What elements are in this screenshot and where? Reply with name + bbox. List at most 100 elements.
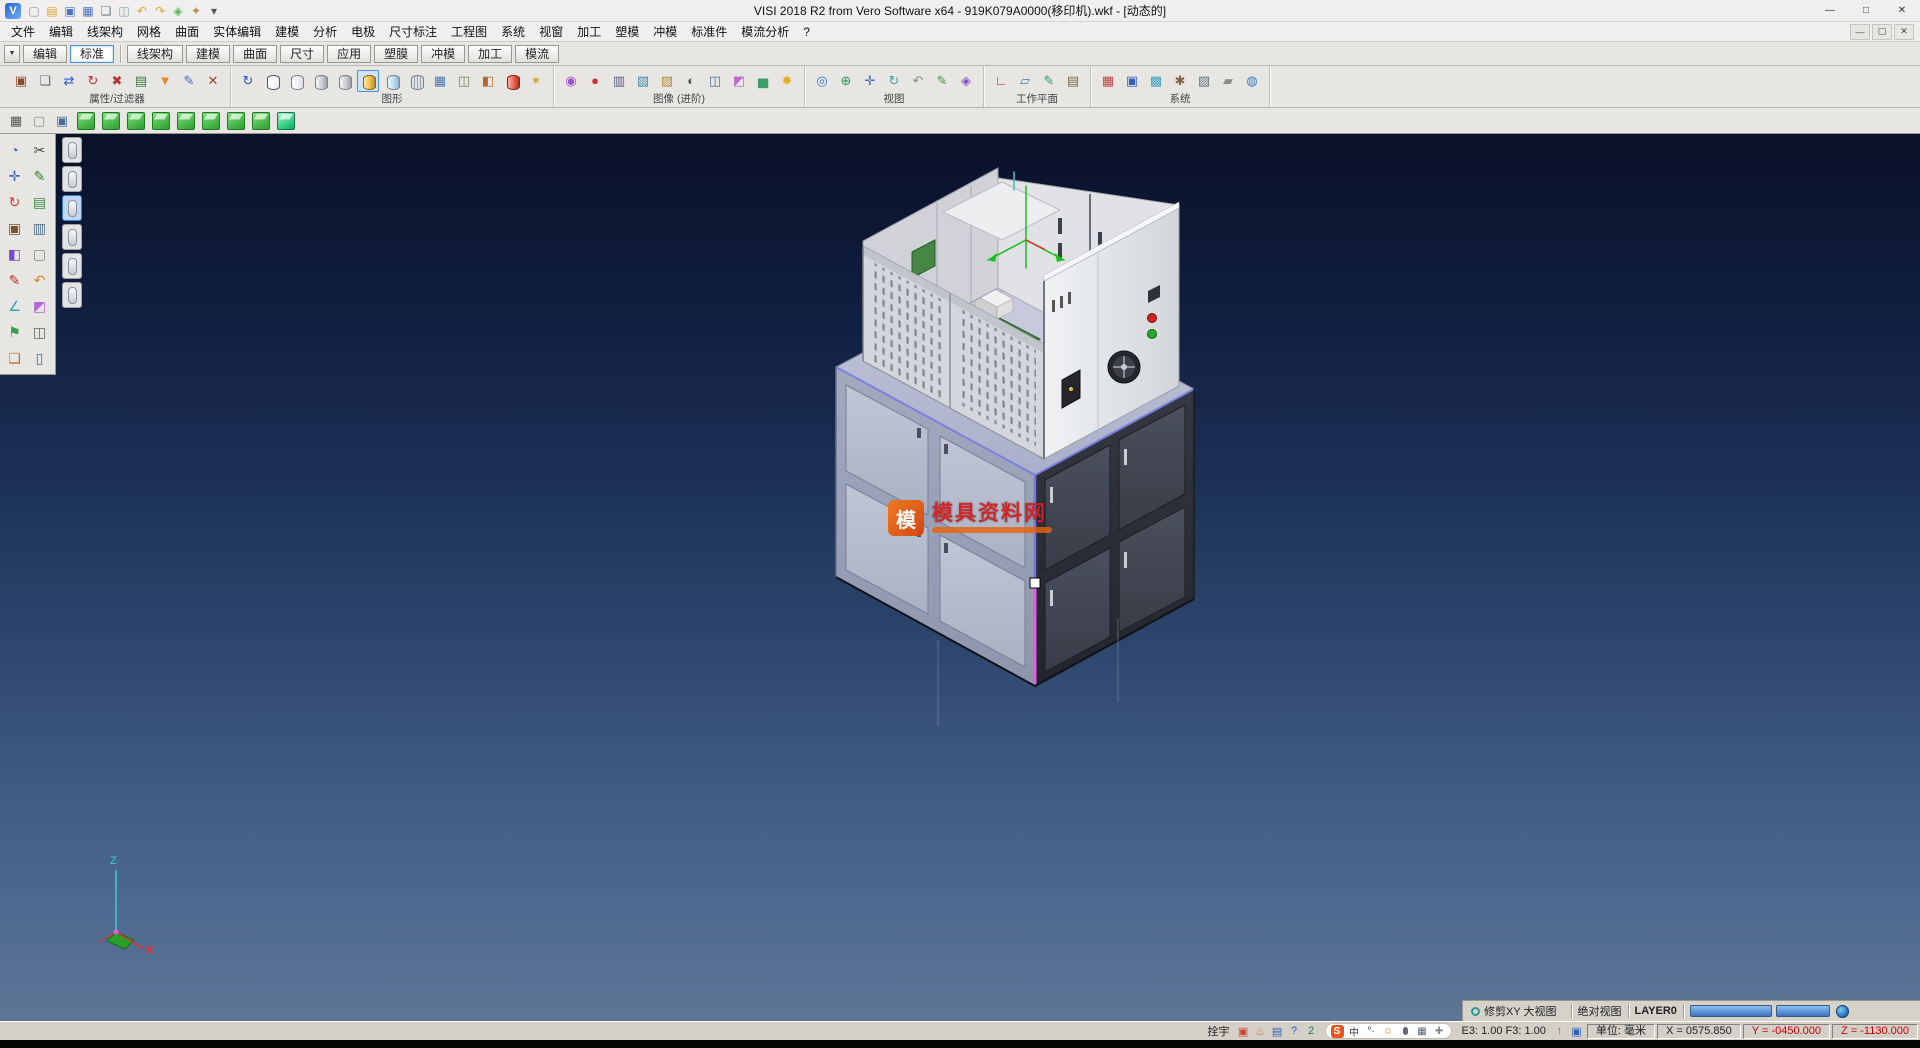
edit-attributes-icon[interactable]: ✎ (178, 70, 200, 92)
view-mode-icon[interactable]: ◈ (955, 70, 977, 92)
view-reference-label[interactable]: 绝对视图 (1578, 1003, 1622, 1019)
new-file-icon[interactable]: ▢ (25, 2, 43, 20)
menu-item[interactable]: 线架构 (80, 22, 130, 42)
tray-help-icon[interactable]: ? (1286, 1024, 1303, 1039)
display-settings-icon[interactable]: ▣ (1568, 1024, 1585, 1039)
wireframe-cylinder-icon[interactable] (261, 70, 283, 92)
menu-item[interactable]: 模流分析 (734, 22, 796, 42)
view-cube-iso-icon[interactable] (77, 112, 95, 130)
menu-item[interactable]: 曲面 (168, 22, 206, 42)
hatch-icon[interactable]: ▨ (1193, 70, 1215, 92)
lamp-icon[interactable]: ✹ (776, 70, 798, 92)
module-tab[interactable]: 冲模 (421, 45, 465, 63)
print-icon[interactable]: ❏ (97, 2, 115, 20)
close-button[interactable]: ✕ (1884, 0, 1920, 21)
chain-select-icon[interactable]: ⇄ (58, 70, 80, 92)
grid-display-icon[interactable]: ▦ (429, 70, 451, 92)
view-cube-right-icon[interactable] (177, 112, 195, 130)
menu-item[interactable]: 冲模 (646, 22, 684, 42)
view-mode-label[interactable]: 修剪XY 大视图 (1484, 1003, 1557, 1019)
viewport-3d[interactable]: ◔✂✛✎↻▤▣▥◧▢✎↶∠◩⚑◫❏▯ 模 模具资料网 Z (0, 134, 1920, 1021)
display-mode-2-icon[interactable] (62, 166, 82, 192)
delete-attributes-icon[interactable]: ✕ (202, 70, 224, 92)
analysis-cylinder-icon[interactable] (405, 70, 427, 92)
menu-item[interactable]: 加工 (570, 22, 608, 42)
display-mode-1-icon[interactable] (62, 137, 82, 163)
regen-icon[interactable]: ↻ (237, 70, 259, 92)
workplane-list-icon[interactable]: ▤ (1062, 70, 1084, 92)
menu-item[interactable]: 电极 (344, 22, 382, 42)
world-icon[interactable]: ◍ (1241, 70, 1263, 92)
menu-item[interactable]: 系统 (494, 22, 532, 42)
ime-lang-icon[interactable]: 中 (1348, 1025, 1361, 1038)
module-tab[interactable]: 线架构 (127, 45, 183, 63)
menu-item[interactable]: 实体编辑 (206, 22, 268, 42)
view-cube-iso2-icon[interactable] (252, 112, 270, 130)
previous-view-icon[interactable]: ↶ (907, 70, 929, 92)
attributes-icon[interactable]: ▣ (10, 70, 32, 92)
palette-icon[interactable]: ◩ (27, 293, 52, 319)
rotate-view-icon[interactable]: ↻ (883, 70, 905, 92)
camera-icon[interactable]: ◫ (704, 70, 726, 92)
tray-case-icon[interactable]: ▤ (1269, 1024, 1286, 1039)
box-icon[interactable]: ▢ (27, 241, 52, 267)
graph-icon[interactable]: ▅ (752, 70, 774, 92)
ucs-icon[interactable]: ∟ (990, 70, 1012, 92)
flag-icon[interactable]: ⚑ (2, 319, 27, 345)
child-window-control[interactable]: ▢ (1872, 24, 1892, 40)
mode-tab[interactable]: 标准 (70, 45, 114, 63)
ime-emoji-icon[interactable]: ☺ (1382, 1025, 1395, 1038)
texture-icon[interactable]: ▨ (656, 70, 678, 92)
film-icon[interactable]: ▥ (608, 70, 630, 92)
menu-item[interactable]: 网格 (130, 22, 168, 42)
redo-icon[interactable]: ↷ (151, 2, 169, 20)
menu-item[interactable]: ? (796, 22, 817, 42)
view-screen-icon[interactable]: ▣ (52, 111, 72, 131)
options-icon[interactable]: ✦ (187, 2, 205, 20)
menu-item[interactable]: 文件 (4, 22, 42, 42)
current-layer-label[interactable]: LAYER0 (1635, 1005, 1677, 1017)
transparent-cylinder-icon[interactable] (381, 70, 403, 92)
traffic-light-icon[interactable]: ● (584, 70, 606, 92)
upload-icon[interactable]: ↑ (1551, 1024, 1568, 1039)
rotate-icon[interactable]: ↻ (2, 189, 27, 215)
menu-item[interactable]: 分析 (306, 22, 344, 42)
zoom-window-icon[interactable]: ◎ (811, 70, 833, 92)
view-manager-icon[interactable]: ▦ (6, 111, 26, 131)
highlight-cylinder-icon[interactable] (501, 70, 523, 92)
redline-icon[interactable]: ✎ (2, 267, 27, 293)
clipboard-icon[interactable]: ▯ (27, 345, 52, 371)
workplane-icon[interactable]: ▱ (1014, 70, 1036, 92)
child-window-control[interactable]: ✕ (1894, 24, 1914, 40)
ime-tool-icon[interactable]: ✚ (1433, 1025, 1446, 1038)
grid-icon[interactable]: ▩ (1145, 70, 1167, 92)
workplane-edit-icon[interactable]: ✎ (1038, 70, 1060, 92)
zoom-orbit-icon[interactable]: ◔ (2, 137, 27, 163)
minimize-button[interactable]: — (1812, 0, 1848, 21)
hidden-line-cylinder-icon[interactable] (285, 70, 307, 92)
print-view-icon[interactable]: ❏ (2, 345, 27, 371)
quickbar-dropdown-icon[interactable]: ▾ (205, 2, 223, 20)
view-cube-front-icon[interactable] (102, 112, 120, 130)
module-tab[interactable]: 模流 (515, 45, 559, 63)
swap-filter-icon[interactable]: ↻ (82, 70, 104, 92)
funnel-filter-icon[interactable]: ▼ (154, 70, 176, 92)
tray-count-icon[interactable]: 2 (1303, 1024, 1320, 1039)
redraw-icon[interactable]: ✎ (931, 70, 953, 92)
display-mode-3-icon[interactable] (62, 195, 82, 221)
tab-dropdown-icon[interactable]: ▼ (4, 45, 20, 63)
menu-item[interactable]: 塑模 (608, 22, 646, 42)
network-globe-icon[interactable] (1836, 1005, 1849, 1018)
image-icon[interactable]: ▧ (632, 70, 654, 92)
shadow-icon[interactable]: ◐ (680, 70, 702, 92)
module-tab[interactable]: 建模 (186, 45, 230, 63)
recent-icon[interactable]: ◈ (169, 2, 187, 20)
mode-tab[interactable]: 编辑 (23, 45, 67, 63)
menu-item[interactable]: 编辑 (42, 22, 80, 42)
display-mode-4-icon[interactable] (62, 224, 82, 250)
view-cube-back-icon[interactable] (127, 112, 145, 130)
tray-red-icon[interactable]: ▣ (1235, 1024, 1252, 1039)
measure-icon[interactable]: ∠ (2, 293, 27, 319)
shaded-cylinder-icon[interactable] (309, 70, 331, 92)
menu-item[interactable]: 标准件 (684, 22, 734, 42)
